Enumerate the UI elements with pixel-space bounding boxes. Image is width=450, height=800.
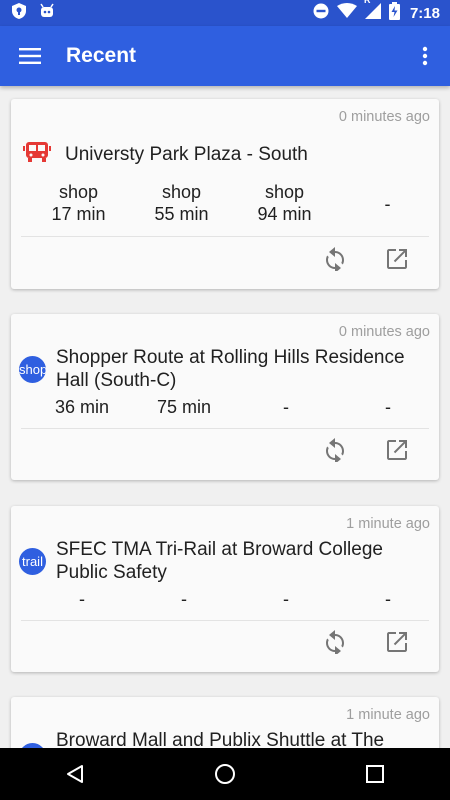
timestamp: 1 minute ago [346, 707, 430, 723]
open-in-new-icon[interactable] [385, 630, 409, 654]
do-not-disturb-icon [313, 3, 329, 24]
route-label: shop [161, 182, 202, 202]
route-badge: shop [19, 355, 46, 383]
signal-icon: R [364, 0, 381, 24]
arrival-time: 94 min [257, 204, 312, 224]
bus-icon [23, 140, 55, 169]
arrival-time: - [385, 589, 391, 609]
arrival-time: - [181, 589, 187, 609]
shield-icon [10, 2, 28, 25]
battery-charging-icon [388, 1, 400, 25]
route-badge: trail [19, 547, 46, 575]
open-in-new-icon[interactable] [385, 247, 409, 271]
stop-card[interactable]: 1 minute ago Broward Mall and Publix Shu… [11, 697, 439, 748]
arrival-cell: shop 94 min [235, 181, 335, 225]
stop-card[interactable]: 0 minutes ago Universty Park Plaza - Sou… [11, 99, 439, 289]
arrival-cell: shop 17 min [29, 181, 129, 225]
wifi-icon [336, 2, 357, 24]
stop-name: Broward Mall and Publix Shuttle at The [56, 730, 385, 748]
refresh-icon[interactable] [323, 247, 347, 271]
refresh-icon[interactable] [323, 630, 347, 654]
arrival-cell: - [338, 181, 438, 225]
clock: 7:18 [409, 4, 440, 22]
route-label: shop [264, 182, 305, 202]
refresh-icon[interactable] [323, 438, 347, 462]
arrival-time: 55 min [154, 204, 209, 224]
arrival-time: 17 min [51, 204, 106, 224]
hamburger-menu-icon[interactable] [0, 26, 60, 86]
more-vert-icon[interactable] [400, 26, 450, 86]
page-title: Recent [66, 44, 137, 67]
arrival-time: - [283, 397, 289, 417]
app-bar: Recent [0, 26, 450, 86]
system-nav-bar [0, 748, 450, 800]
arrival-time: - [385, 397, 391, 417]
arrival-time: - [79, 589, 85, 609]
home-icon[interactable] [195, 748, 255, 800]
stop-card[interactable]: 1 minute ago trail SFEC TMA Tri-Rail at … [11, 506, 439, 672]
back-icon[interactable] [45, 748, 105, 800]
stop-name: Shopper Route at Rolling Hills Residence… [56, 347, 405, 391]
timestamp: 0 minutes ago [338, 324, 430, 340]
arrival-time: 75 min [156, 397, 212, 417]
arrival-time: - [283, 589, 289, 609]
divider [21, 236, 429, 237]
open-in-new-icon[interactable] [385, 438, 409, 462]
android-icon [38, 2, 56, 25]
roaming-r-icon: R [364, 0, 371, 5]
arrival-time: - [384, 194, 391, 214]
timestamp: 0 minutes ago [338, 109, 430, 125]
divider [21, 428, 429, 429]
arrival-time: 36 min [54, 397, 110, 417]
arrival-cell: shop 55 min [132, 181, 232, 225]
stop-name: Universty Park Plaza - South [65, 144, 308, 165]
stop-card[interactable]: 0 minutes ago shop Shopper Route at Roll… [11, 314, 439, 480]
timestamp: 1 minute ago [346, 516, 430, 532]
stop-name: SFEC TMA Tri-Rail at Broward College Pub… [56, 539, 383, 583]
route-label: shop [58, 182, 99, 202]
recents-icon[interactable] [345, 748, 405, 800]
recent-list[interactable]: 0 minutes ago Universty Park Plaza - Sou… [0, 86, 450, 748]
divider [21, 620, 429, 621]
status-bar: R 7:18 [0, 0, 450, 26]
